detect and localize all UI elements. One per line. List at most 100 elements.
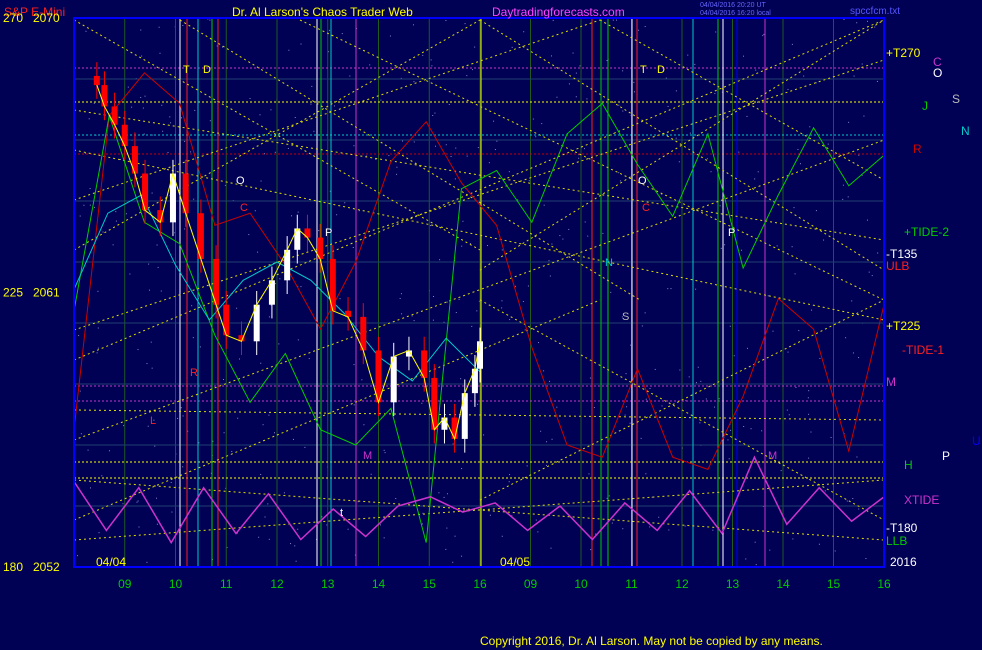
year-label: 2016 [890,555,917,569]
star-dot [156,497,158,499]
star-dot [695,288,697,290]
star-dot [618,104,620,106]
star-dot [548,260,550,262]
star-dot [644,26,646,28]
star-dot [699,422,701,424]
star-dot [448,103,450,105]
star-dot [658,516,660,518]
star-dot [622,110,624,112]
planet-label: N [961,124,970,138]
star-dot [808,457,810,459]
site-link[interactable]: Daytradingforecasts.com [492,5,625,19]
y-tick-price: 2070 [33,11,60,25]
star-dot [866,219,868,221]
star-dot [85,30,87,32]
star-dot [194,109,196,111]
star-dot [624,414,626,416]
star-dot [363,424,365,426]
star-dot [149,289,151,291]
star-dot [537,531,539,533]
star-dot [341,33,343,35]
star-dot [137,349,139,351]
star-dot [191,305,193,307]
star-dot [209,120,211,122]
star-dot [819,357,821,359]
star-dot [182,24,184,26]
star-dot [794,273,796,275]
star-dot [294,545,296,547]
star-dot [524,329,526,331]
chart-background [0,0,982,650]
y-tick-left: 225 [3,286,23,300]
star-dot [460,378,462,380]
star-dot [249,97,251,99]
star-dot [818,543,820,545]
star-dot [347,528,349,530]
star-dot [413,81,415,83]
star-dot [395,498,397,500]
right-label: XTIDE [904,493,939,507]
star-dot [79,215,81,217]
star-dot [511,46,513,48]
star-dot [129,273,131,275]
star-dot [809,126,811,128]
right-label: +T270 [886,46,921,60]
star-dot [644,312,646,314]
x-tick-hour: 16 [877,577,891,591]
planet-label: R [913,142,922,156]
star-dot [556,406,558,408]
star-dot [212,440,214,442]
star-dot [633,81,635,83]
price-bar [461,393,468,439]
star-dot [268,538,270,540]
star-dot [466,155,468,157]
star-dot [198,442,200,444]
star-dot [438,492,440,494]
star-dot [223,432,225,434]
star-dot [842,198,844,200]
star-dot [538,342,540,344]
star-dot [466,75,468,77]
star-dot [433,296,434,298]
x-tick-hour: 13 [726,577,740,591]
star-dot [146,363,148,365]
star-dot [772,330,774,332]
star-dot [830,436,832,438]
star-dot [264,153,266,155]
star-dot [787,88,789,90]
star-dot [136,501,138,503]
star-dot [78,335,80,337]
star-dot [575,96,577,98]
y-tick-left: 270 [3,11,23,25]
star-dot [678,161,680,163]
star-dot [150,341,152,343]
chart-letter: O [236,175,245,187]
star-dot [638,29,640,31]
star-dot [156,523,158,525]
planet-label: O [933,66,942,80]
star-dot [602,232,604,234]
x-tick-hour: 12 [675,577,689,591]
star-dot [98,532,100,534]
star-dot [138,526,140,528]
y-tick-price: 2052 [33,560,60,574]
star-dot [413,141,415,143]
star-dot [169,116,171,118]
star-dot [142,107,144,109]
star-dot [741,249,743,251]
star-dot [720,247,722,249]
star-dot [288,49,290,51]
star-dot [380,524,381,526]
star-dot [151,192,153,194]
star-dot [551,438,553,440]
price-bar [111,106,118,125]
star-dot [846,500,848,502]
star-dot [868,271,870,273]
star-dot [321,516,323,518]
star-dot [733,355,735,357]
star-dot [843,19,845,21]
star-dot [274,151,276,153]
star-dot [127,86,129,88]
star-dot [606,60,608,62]
star-dot [181,117,183,119]
